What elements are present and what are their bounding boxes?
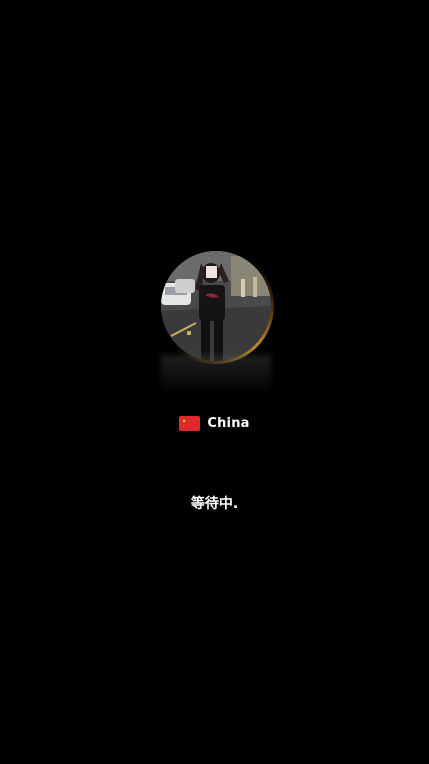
- caller-avatar-container: [158, 248, 274, 364]
- country-name: China: [207, 415, 250, 431]
- cn-flag-icon: [179, 415, 201, 431]
- avatar-reflection: [161, 355, 271, 395]
- waiting-screen: China 等待中.: [0, 0, 429, 764]
- avatar-photo: [161, 251, 271, 361]
- waiting-status: 等待中.: [190, 496, 239, 512]
- caller-country: China: [0, 412, 429, 434]
- avatar: [161, 251, 271, 361]
